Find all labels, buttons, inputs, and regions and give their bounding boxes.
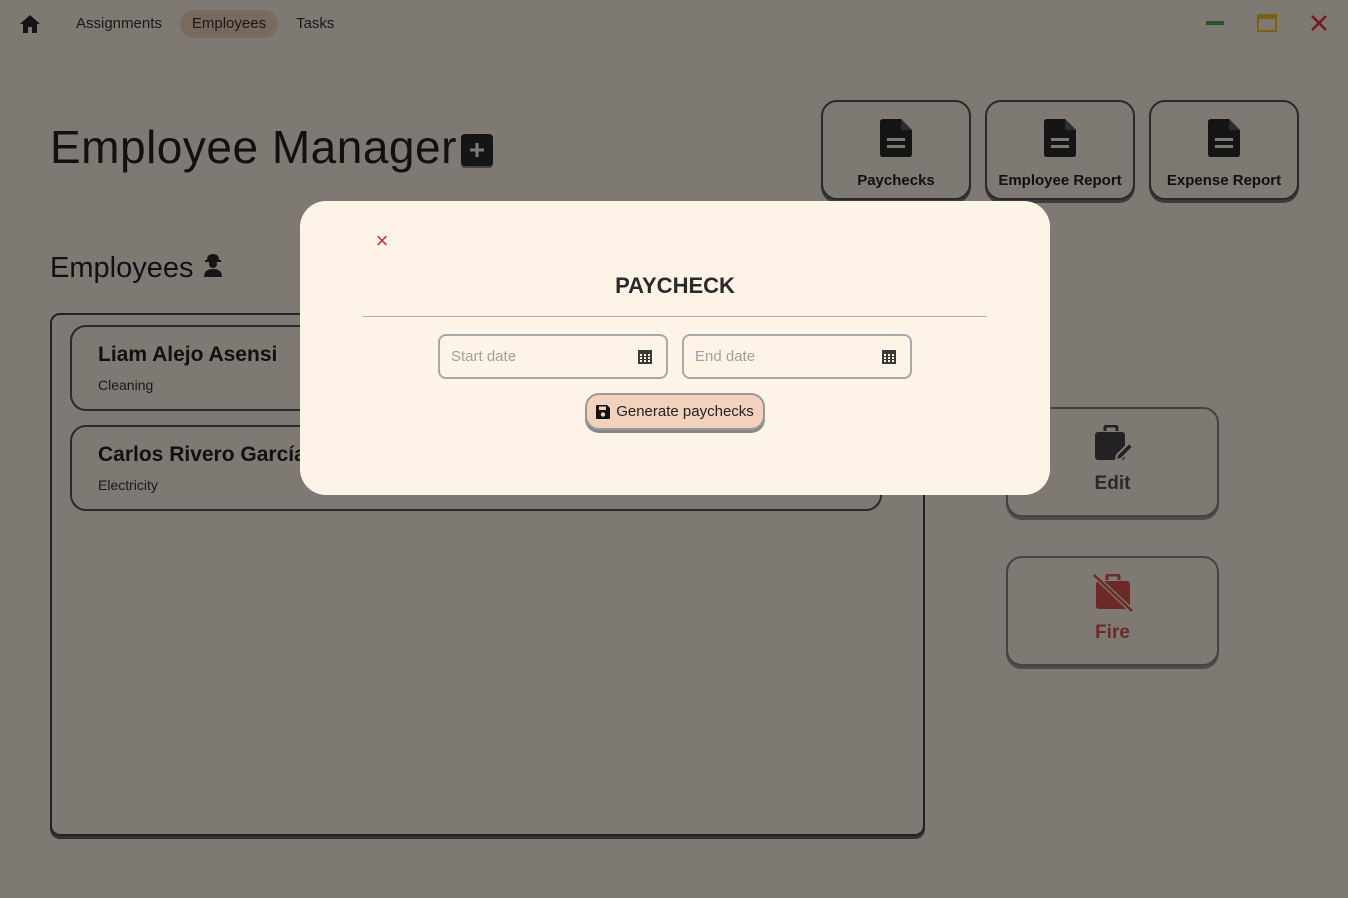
calendar-icon[interactable]	[882, 350, 896, 364]
app-window: Assignments Employees Tasks Employee Man…	[0, 0, 1348, 898]
start-date-input[interactable]	[440, 348, 620, 365]
calendar-icon[interactable]	[638, 350, 652, 364]
save-icon	[596, 404, 611, 419]
start-date-field[interactable]	[438, 334, 668, 379]
generate-paychecks-button[interactable]: Generate paychecks	[585, 393, 765, 430]
end-date-input[interactable]	[684, 348, 864, 365]
generate-paychecks-label: Generate paychecks	[616, 403, 754, 420]
dialog-title: PAYCHECK	[615, 273, 735, 298]
paycheck-dialog: × PAYCHECK Generate paychecks	[300, 201, 1050, 495]
close-icon[interactable]: ×	[372, 230, 392, 252]
end-date-field[interactable]	[682, 334, 912, 379]
divider	[363, 316, 987, 317]
